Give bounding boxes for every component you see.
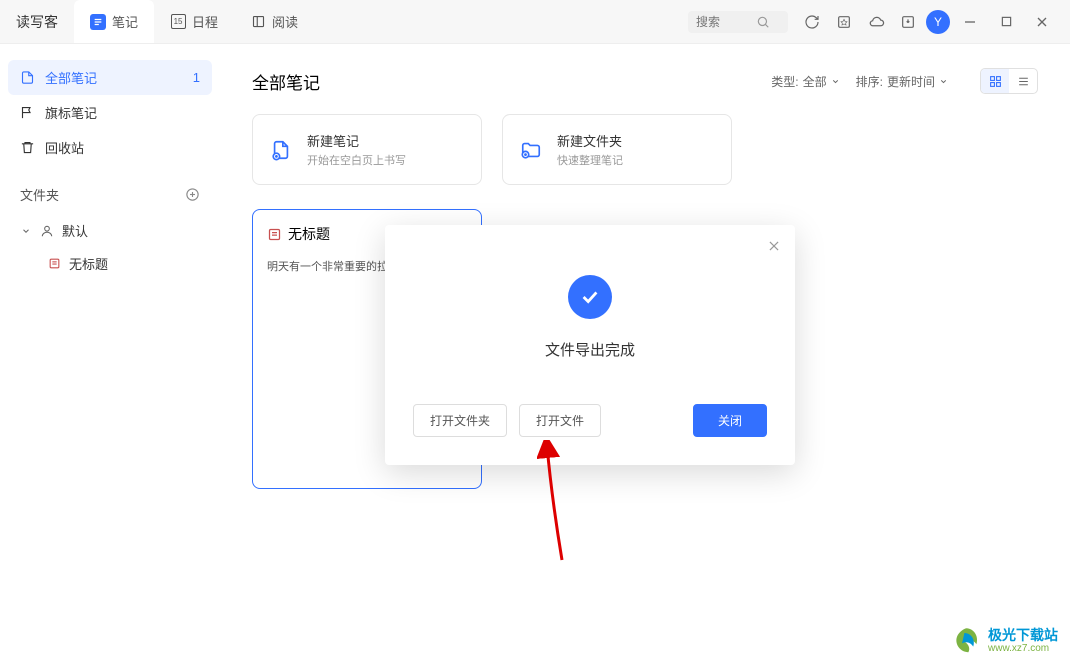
action-cards: 新建笔记 开始在空白页上书写 新建文件夹 快速整理笔记 <box>252 114 1038 185</box>
book-icon <box>250 14 266 30</box>
new-folder-icon <box>519 138 543 162</box>
chevron-down-icon <box>20 226 32 236</box>
view-grid-button[interactable] <box>981 69 1009 93</box>
cloud-button[interactable] <box>862 8 890 36</box>
card-title: 新建文件夹 <box>557 131 623 150</box>
dialog-message: 文件导出完成 <box>545 339 635 360</box>
section-label: 文件夹 <box>20 185 59 204</box>
flag-icon <box>20 105 35 120</box>
open-file-button[interactable]: 打开文件 <box>519 404 601 437</box>
titlebar-right: Y <box>688 8 1070 36</box>
search-input[interactable] <box>696 15 756 29</box>
sidebar-item-label: 旗标笔记 <box>45 103 97 122</box>
note-title: 无标题 <box>288 224 330 244</box>
view-list-button[interactable] <box>1009 69 1037 93</box>
filters: 类型: 全部 排序: 更新时间 <box>771 68 1038 94</box>
user-icon <box>40 224 54 238</box>
new-folder-card[interactable]: 新建文件夹 快速整理笔记 <box>502 114 732 185</box>
open-folder-button[interactable]: 打开文件夹 <box>413 404 507 437</box>
maximize-button[interactable] <box>990 8 1022 36</box>
avatar[interactable]: Y <box>926 10 950 34</box>
add-folder-icon[interactable] <box>185 187 200 202</box>
chevron-down-icon <box>939 77 948 86</box>
note-count: 1 <box>193 70 200 85</box>
note-icon <box>267 227 282 242</box>
new-note-icon <box>269 138 293 162</box>
sync-button[interactable] <box>798 8 826 36</box>
close-dialog-button[interactable]: 关闭 <box>693 404 767 437</box>
sidebar-item-all-notes[interactable]: 全部笔记 1 <box>8 60 212 95</box>
card-subtitle: 快速整理笔记 <box>557 152 623 168</box>
folder-label: 默认 <box>62 221 88 240</box>
note-icon <box>48 257 61 270</box>
dialog-close-button[interactable] <box>767 239 781 258</box>
tab-label: 日程 <box>192 12 218 31</box>
close-button[interactable] <box>1026 8 1058 36</box>
sidebar-item-label: 全部笔记 <box>45 68 97 87</box>
sidebar-item-label: 回收站 <box>45 138 84 157</box>
minimize-button[interactable] <box>954 8 986 36</box>
tabs: 笔记 15 日程 阅读 <box>74 0 314 43</box>
tab-calendar[interactable]: 15 日程 <box>154 0 234 43</box>
dialog-actions: 打开文件夹 打开文件 关闭 <box>413 404 767 437</box>
tab-label: 笔记 <box>112 12 138 31</box>
star-button[interactable] <box>830 8 858 36</box>
sidebar-note-untitled[interactable]: 无标题 <box>8 247 212 280</box>
watermark: 极光下载站 www.xz7.com <box>950 625 1058 657</box>
tab-notes[interactable]: 笔记 <box>74 0 154 43</box>
watermark-text: 极光下载站 <box>988 627 1058 644</box>
tab-label: 阅读 <box>272 12 298 31</box>
view-toggle <box>980 68 1038 94</box>
success-check-icon <box>568 275 612 319</box>
export-complete-dialog: 文件导出完成 打开文件夹 打开文件 关闭 <box>385 225 795 465</box>
content-header: 全部笔记 类型: 全部 排序: 更新时间 <box>252 68 1038 94</box>
chevron-down-icon <box>831 77 840 86</box>
page-title: 全部笔记 <box>252 69 320 94</box>
import-button[interactable] <box>894 8 922 36</box>
calendar-icon: 15 <box>170 14 186 30</box>
sidebar-section-folders: 文件夹 <box>8 175 212 214</box>
sidebar-folder-default[interactable]: 默认 <box>8 214 212 247</box>
search-box[interactable] <box>688 11 788 33</box>
filter-type[interactable]: 类型: 全部 <box>771 73 839 90</box>
app-name: 读写客 <box>0 12 74 32</box>
document-icon <box>20 70 35 85</box>
search-icon <box>756 15 770 29</box>
sidebar-item-flag-notes[interactable]: 旗标笔记 <box>8 95 212 130</box>
card-title: 新建笔记 <box>307 131 406 150</box>
watermark-logo-icon <box>950 625 982 657</box>
filter-sort[interactable]: 排序: 更新时间 <box>856 73 948 90</box>
tab-reading[interactable]: 阅读 <box>234 0 314 43</box>
sidebar: 全部笔记 1 旗标笔记 回收站 文件夹 默认 无标题 <box>0 44 220 667</box>
card-subtitle: 开始在空白页上书写 <box>307 152 406 168</box>
new-note-card[interactable]: 新建笔记 开始在空白页上书写 <box>252 114 482 185</box>
title-bar: 读写客 笔记 15 日程 阅读 Y <box>0 0 1070 44</box>
notes-icon <box>90 14 106 30</box>
sidebar-item-trash[interactable]: 回收站 <box>8 130 212 165</box>
trash-icon <box>20 140 35 155</box>
watermark-url: www.xz7.com <box>988 643 1058 655</box>
note-label: 无标题 <box>69 254 108 273</box>
